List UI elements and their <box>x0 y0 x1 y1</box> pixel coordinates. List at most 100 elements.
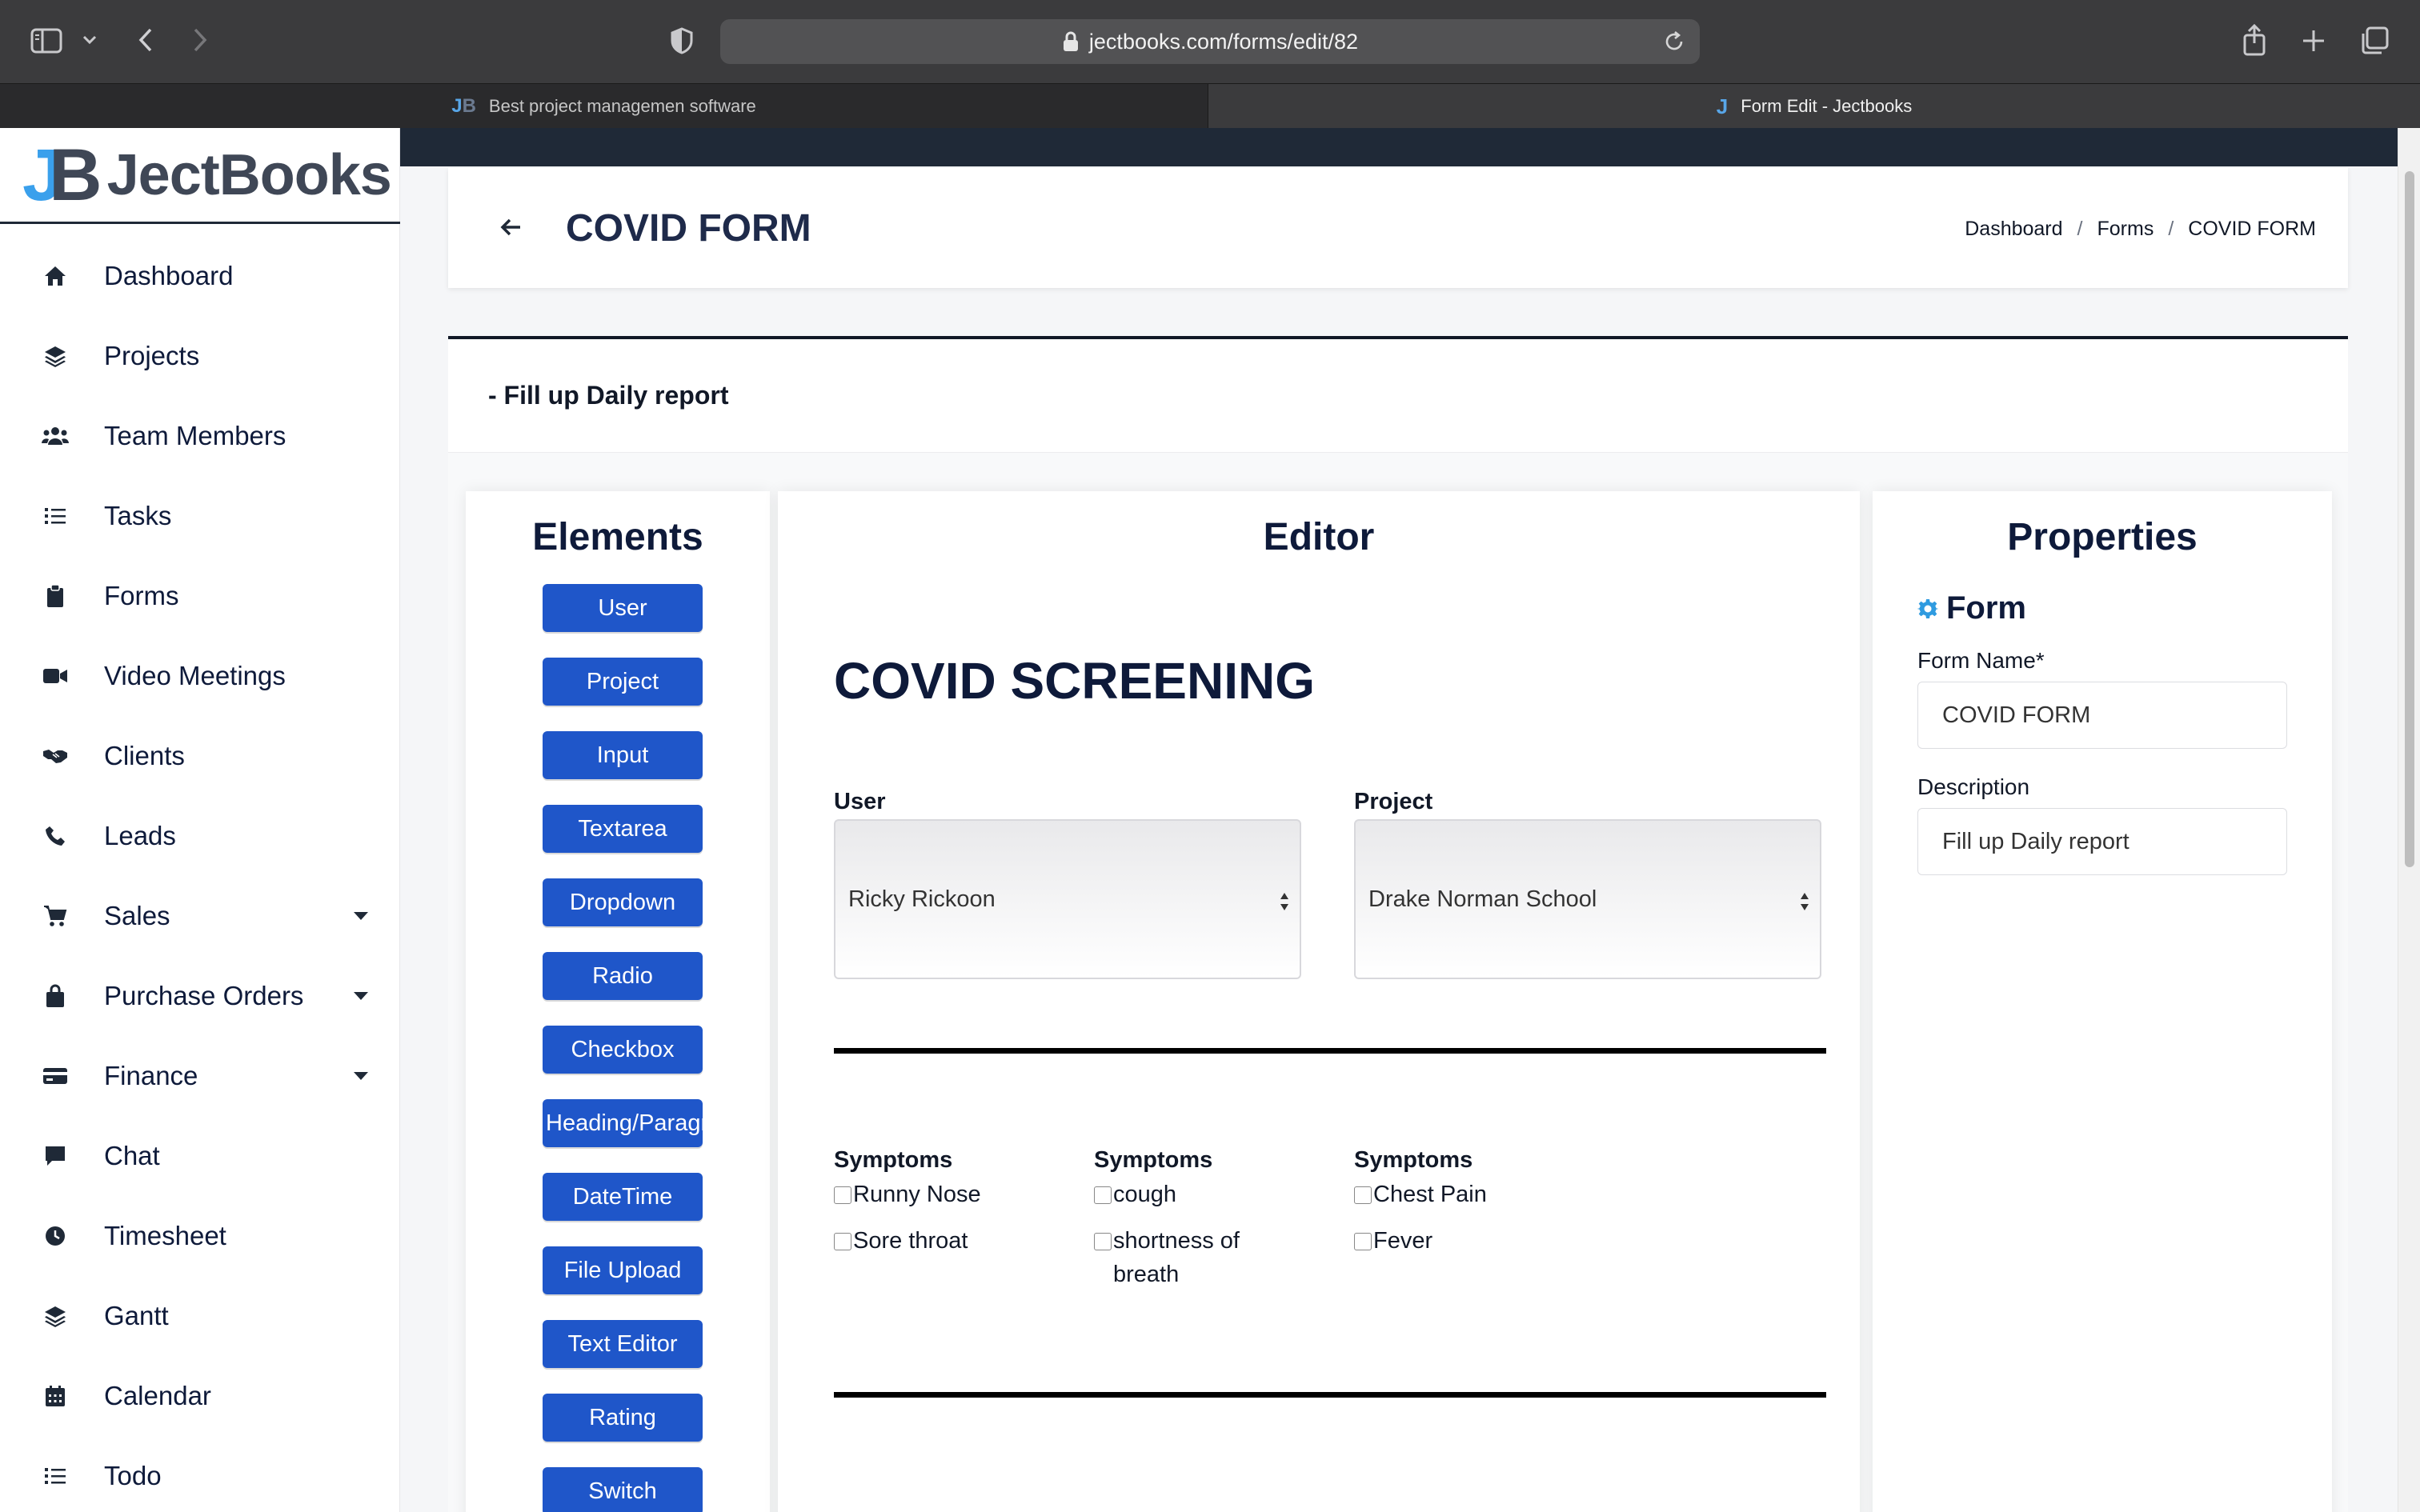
share-icon[interactable] <box>2241 22 2268 58</box>
sidebar-item-team-members[interactable]: Team Members <box>0 396 400 476</box>
tab-best-project-management[interactable]: JB Best project managemen software <box>0 84 1208 129</box>
browser-toolbar: jectbooks.com/forms/edit/82 <box>0 0 2420 83</box>
page-title: COVID FORM <box>566 207 811 250</box>
description-value: Fill up Daily report <box>1942 828 2130 854</box>
checkbox-sore-throat[interactable]: Sore throat <box>834 1224 1066 1258</box>
element-project-button[interactable]: Project <box>543 658 703 706</box>
checkbox-box[interactable] <box>1094 1233 1112 1250</box>
checkbox-box[interactable] <box>1354 1233 1372 1250</box>
chevron-down-icon[interactable] <box>82 32 98 48</box>
url-text: jectbooks.com/forms/edit/82 <box>1088 29 1359 54</box>
element-input-button[interactable]: Input <box>543 731 703 779</box>
tab-form-edit[interactable]: J Form Edit - Jectbooks <box>1208 84 2420 129</box>
element-text-editor-button[interactable]: Text Editor <box>543 1320 703 1368</box>
scrollbar-thumb[interactable] <box>2405 171 2414 867</box>
checkbox-box[interactable] <box>834 1186 851 1204</box>
clipboard-icon <box>42 582 69 610</box>
sidebar-item-leads[interactable]: Leads <box>0 796 400 876</box>
element-rating-button[interactable]: Rating <box>543 1394 703 1442</box>
reload-icon[interactable] <box>1663 30 1685 53</box>
sidebar-item-label: Video Meetings <box>104 661 286 690</box>
checkbox-box[interactable] <box>1354 1186 1372 1204</box>
calendar-icon <box>42 1382 69 1410</box>
caret-down-icon[interactable] <box>354 912 368 920</box>
breadcrumb: Dashboard / Forms / COVID FORM <box>1965 218 2316 241</box>
checkbox-box[interactable] <box>834 1233 851 1250</box>
breadcrumb-current: COVID FORM <box>2188 218 2316 240</box>
breadcrumb-separator: / <box>2077 218 2083 240</box>
form-name-input[interactable]: COVID FORM <box>1917 682 2287 749</box>
top-band <box>400 128 2398 166</box>
checkbox-cough[interactable]: cough <box>1094 1178 1270 1211</box>
sidebar-item-label: Purchase Orders <box>104 981 304 1010</box>
forward-icon[interactable] <box>189 26 211 54</box>
element-datetime-button[interactable]: DateTime <box>543 1173 703 1221</box>
sidebar: JB JectBooks Dashboard Projects Team Mem… <box>0 128 400 1512</box>
element-switch-button[interactable]: Switch <box>543 1467 703 1512</box>
sidebar-item-dashboard[interactable]: Dashboard <box>0 236 400 316</box>
sidebar-item-timesheet[interactable]: Timesheet <box>0 1196 400 1276</box>
sidebar-item-chat[interactable]: Chat <box>0 1116 400 1196</box>
handshake-icon <box>42 742 69 770</box>
form-name-label: Form Name* <box>1917 648 2045 673</box>
sidebar-toggle-icon[interactable] <box>30 27 62 54</box>
project-field-label: Project <box>1354 789 1433 814</box>
back-arrow-icon[interactable] <box>498 214 523 240</box>
tab-overview-icon[interactable] <box>2359 26 2390 56</box>
element-user-button[interactable]: User <box>543 584 703 632</box>
sidebar-item-video-meetings[interactable]: Video Meetings <box>0 636 400 716</box>
checkbox-box[interactable] <box>1094 1186 1112 1204</box>
address-bar[interactable]: jectbooks.com/forms/edit/82 <box>720 19 1700 64</box>
logo-wordmark: JectBooks <box>106 142 392 207</box>
layers-icon <box>42 342 69 370</box>
symptoms-group-2-title: Symptoms <box>1094 1147 1213 1173</box>
user-select[interactable]: Ricky Rickoon <box>834 819 1301 979</box>
breadcrumb-dashboard[interactable]: Dashboard <box>1965 218 2062 241</box>
editor-panel: Editor COVID SCREENING User Ricky Rickoo… <box>778 491 1860 1512</box>
sidebar-item-projects[interactable]: Projects <box>0 316 400 396</box>
checkbox-chest-pain[interactable]: Chest Pain <box>1354 1178 1586 1211</box>
sidebar-item-calendar[interactable]: Calendar <box>0 1356 400 1436</box>
element-textarea-button[interactable]: Textarea <box>543 805 703 853</box>
properties-section-heading: Form <box>1917 590 2026 626</box>
checkbox-shortness-of-breath[interactable]: shortness of breath <box>1094 1224 1270 1291</box>
privacy-shield-icon[interactable] <box>669 26 695 56</box>
element-file-upload-button[interactable]: File Upload <box>543 1246 703 1294</box>
tab-strip: JB Best project managemen software J For… <box>0 83 2420 129</box>
app-logo[interactable]: JB JectBooks <box>0 128 400 224</box>
sidebar-item-sales[interactable]: Sales <box>0 876 400 956</box>
clock-icon <box>42 1222 69 1250</box>
sidebar-item-tasks[interactable]: Tasks <box>0 476 400 556</box>
breadcrumb-forms[interactable]: Forms <box>2097 218 2154 241</box>
element-checkbox-button[interactable]: Checkbox <box>543 1026 703 1074</box>
sidebar-item-gantt[interactable]: Gantt <box>0 1276 400 1356</box>
description-input[interactable]: Fill up Daily report <box>1917 808 2287 875</box>
sidebar-item-label: Sales <box>104 901 170 930</box>
checkbox-runny-nose[interactable]: Runny Nose <box>834 1178 1066 1211</box>
caret-down-icon[interactable] <box>354 992 368 1000</box>
page-scrollbar[interactable] <box>2398 128 2420 1512</box>
user-select-value: Ricky Rickoon <box>848 886 996 912</box>
checkbox-label: shortness of breath <box>1113 1228 1240 1287</box>
sidebar-item-todo[interactable]: Todo <box>0 1436 400 1512</box>
tab-label: Form Edit - Jectbooks <box>1741 96 1913 116</box>
elements-panel: Elements User Project Input Textarea Dro… <box>466 491 770 1512</box>
sidebar-item-finance[interactable]: Finance <box>0 1036 400 1116</box>
sidebar-item-purchase-orders[interactable]: Purchase Orders <box>0 956 400 1036</box>
element-heading-paragraph-button[interactable]: Heading/Paragraph <box>543 1099 703 1147</box>
back-icon[interactable] <box>134 26 157 54</box>
caret-down-icon[interactable] <box>354 1072 368 1080</box>
project-select[interactable]: Drake Norman School <box>1354 819 1821 979</box>
new-tab-icon[interactable] <box>2300 27 2327 54</box>
sidebar-item-forms[interactable]: Forms <box>0 556 400 636</box>
video-icon <box>42 662 69 690</box>
checkbox-fever[interactable]: Fever <box>1354 1224 1586 1258</box>
description-label: Description <box>1917 774 2030 799</box>
breadcrumb-separator: / <box>2168 218 2174 240</box>
element-radio-button[interactable]: Radio <box>543 952 703 1000</box>
sidebar-item-clients[interactable]: Clients <box>0 716 400 796</box>
element-dropdown-button[interactable]: Dropdown <box>543 878 703 926</box>
form-heading: COVID SCREENING <box>834 652 1315 710</box>
form-name-value: COVID FORM <box>1942 702 2091 728</box>
sidebar-item-label: Clients <box>104 741 185 770</box>
